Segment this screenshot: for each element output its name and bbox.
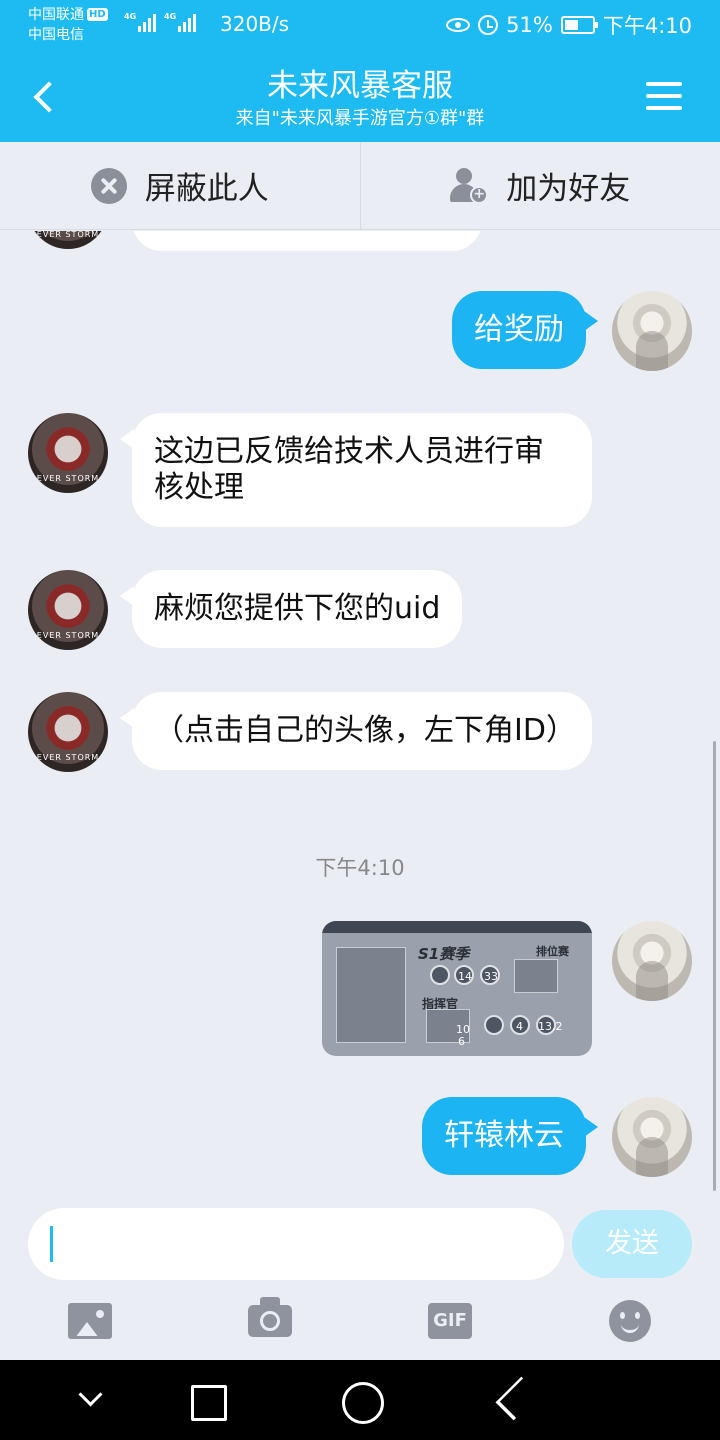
- alarm-icon: [478, 15, 499, 35]
- net-speed: 320B/s: [220, 12, 290, 36]
- system-nav-bar: [0, 1360, 720, 1440]
- image-message[interactable]: S1赛季 排位赛 指挥官 14 33 4 13.2 10 6: [322, 921, 592, 1056]
- avatar[interactable]: [28, 570, 108, 650]
- img-ranked-label: 排位赛: [536, 945, 569, 958]
- avatar[interactable]: [28, 231, 108, 249]
- menu-icon[interactable]: [646, 80, 682, 112]
- avatar[interactable]: [612, 921, 692, 1001]
- img-season-title: S1赛季: [418, 945, 470, 963]
- block-icon: [90, 167, 127, 204]
- message-bubble-partial: [132, 231, 482, 251]
- block-button[interactable]: 屏蔽此人: [0, 142, 360, 229]
- hide-keyboard-icon[interactable]: [70, 1380, 110, 1420]
- block-label: 屏蔽此人: [144, 171, 269, 207]
- battery-percent: 51%: [506, 13, 553, 37]
- carrier-1: 中国联通: [28, 7, 84, 23]
- clock: 下午4:10: [602, 14, 692, 38]
- message-bubble[interactable]: （点击自己的头像，左下角ID）: [120, 692, 592, 770]
- scrollbar[interactable]: [713, 741, 716, 1191]
- avatar[interactable]: [28, 692, 108, 772]
- signal-icon: 4G: [124, 12, 156, 32]
- gif-icon[interactable]: GIF: [428, 1303, 472, 1339]
- hd-badge: HD: [87, 8, 108, 21]
- stranger-action-bar: 屏蔽此人 + 加为好友: [0, 142, 720, 230]
- text-caret: [50, 1226, 53, 1262]
- message-bubble[interactable]: 轩辕林云: [422, 1097, 598, 1175]
- carrier-2: 中国电信: [28, 27, 84, 43]
- send-button[interactable]: 发送: [572, 1210, 692, 1278]
- recents-icon[interactable]: [186, 1380, 227, 1421]
- message-bubble[interactable]: 麻烦您提供下您的uid: [119, 570, 463, 648]
- message-list[interactable]: 给奖励 这边已反馈给技术人员进行审核处理 麻烦您提供下您的uid （点击自己的头…: [0, 231, 720, 1191]
- add-friend-button[interactable]: + 加为好友: [359, 142, 720, 229]
- home-icon[interactable]: [340, 1380, 384, 1424]
- add-friend-label: 加为好友: [506, 171, 631, 207]
- timestamp: 下午4:10: [315, 856, 405, 880]
- signal-icons: 4G 4G: [124, 12, 196, 32]
- carrier-info: 中国联通 HD 中国电信: [28, 5, 108, 45]
- battery-icon: [560, 16, 598, 34]
- emoji-icon[interactable]: [609, 1300, 651, 1342]
- add-friend-icon: +: [450, 167, 489, 204]
- composer: 发送 GIF: [0, 1191, 720, 1360]
- message-input[interactable]: [28, 1208, 564, 1280]
- status-bar: 中国联通 HD 中国电信 4G 4G 320B/s 51% 下午4:10: [0, 0, 720, 50]
- chat-title: 未来风暴客服: [267, 68, 453, 104]
- image-icon[interactable]: [68, 1303, 112, 1339]
- camera-icon[interactable]: [248, 1297, 292, 1337]
- eye-comfort-icon: [446, 18, 471, 32]
- avatar[interactable]: [612, 1097, 692, 1177]
- signal-icon: 4G: [164, 12, 196, 32]
- message-bubble[interactable]: 这边已反馈给技术人员进行审核处理: [120, 413, 592, 527]
- back-nav-icon[interactable]: [496, 1380, 536, 1420]
- chat-subtitle: 来自"未来风暴手游官方①群"群: [235, 108, 485, 129]
- avatar[interactable]: [28, 413, 108, 493]
- message-bubble[interactable]: 给奖励: [452, 291, 598, 369]
- avatar[interactable]: [612, 291, 692, 371]
- title-bar: 未来风暴客服 来自"未来风暴手游官方①群"群: [0, 50, 720, 142]
